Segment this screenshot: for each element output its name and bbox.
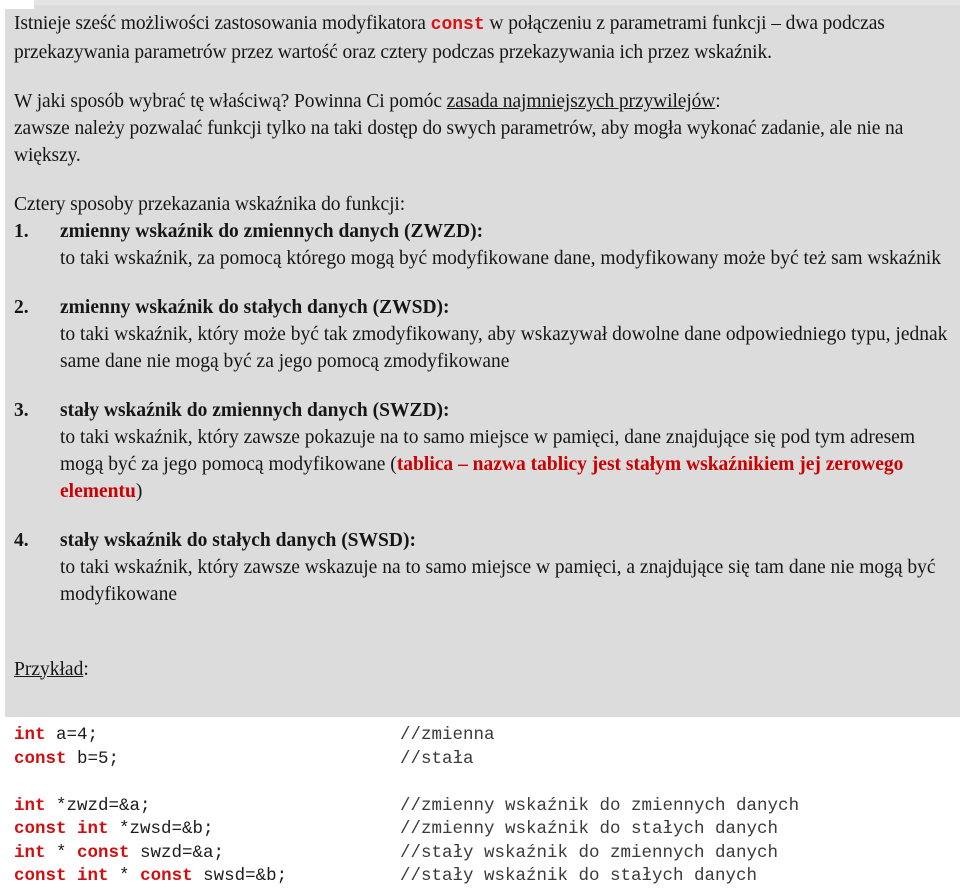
code-text: *zwsd=&b; xyxy=(108,819,214,839)
code-comment: //zmienny wskaźnik do stałych danych xyxy=(400,819,779,839)
list-item-body: to taki wskaźnik, który może być tak zmo… xyxy=(60,324,948,372)
slide-canvas: Istnieje sześć możliwości zastosowania m… xyxy=(0,0,960,886)
code-keyword: const xyxy=(14,866,67,886)
code-text: b=5; xyxy=(66,748,120,769)
code-line: int *zwzd=&a;//zmienny wskaźnik do zmien… xyxy=(14,795,950,819)
code-statement: const int * const swsd=&b; xyxy=(14,865,400,889)
code-comment: //stała xyxy=(400,748,474,769)
code-text: a=4; xyxy=(45,725,99,745)
code-line: int * const swzd=&a;//stały wskaźnik do … xyxy=(14,842,950,866)
code-keyword: const xyxy=(140,866,193,886)
code-text: * xyxy=(108,866,141,886)
advice-detail-line: zawsze należy pozwalać funkcji tylko na … xyxy=(14,118,904,166)
code-keyword: int xyxy=(14,795,46,816)
code-comment: //stały wskaźnik do stałych danych xyxy=(400,866,758,886)
example-label-colon: : xyxy=(83,658,89,680)
example-label: Przykład: xyxy=(14,656,950,683)
code-comment: //stały wskaźnik do zmiennych danych xyxy=(400,842,779,863)
code-text: swsd=&b; xyxy=(192,866,288,886)
code-keyword: int xyxy=(14,725,46,745)
code-text: *zwzd=&a; xyxy=(45,795,151,816)
code-keyword: const xyxy=(77,842,130,863)
code-line: const b=5;//stała xyxy=(14,748,950,772)
advice-colon: : xyxy=(715,91,721,112)
code-keyword: int xyxy=(77,819,109,839)
pointer-kinds-list: 1. zmienny wskaźnik do zmiennych danych … xyxy=(14,218,950,608)
list-item: 3. stały wskaźnik do zmiennych danych (S… xyxy=(14,397,950,505)
list-item: 1. zmienny wskaźnik do zmiennych danych … xyxy=(14,218,950,272)
advice-question-text: W jaki sposób wybrać tę właściwą? Powinn… xyxy=(14,91,447,112)
code-text: swzd=&a; xyxy=(129,842,225,863)
top-left-notch xyxy=(0,0,34,9)
list-item: 4. stały wskaźnik do stałych danych (SWS… xyxy=(14,527,950,608)
intro-text-before-keyword: Istnieje sześć możliwości zastosowania m… xyxy=(14,13,431,34)
example-label-word: Przykład xyxy=(14,658,84,680)
code-comment: //zmienny wskaźnik do zmiennych danych xyxy=(400,795,800,816)
list-heading: Cztery sposoby przekazania wskaźnika do … xyxy=(14,194,406,215)
list-item-number: 1. xyxy=(14,221,29,242)
code-line: const int *zwsd=&b;//zmienny wskaźnik do… xyxy=(14,818,950,842)
list-item-body-after-highlight: ) xyxy=(135,481,143,502)
code-example-block: int a=4;//zmienna const b=5;//stała int *z… xyxy=(14,724,950,889)
list-item-title: zmienny wskaźnik do stałych danych (ZWSD… xyxy=(60,297,450,318)
code-line: const int * const swsd=&b;//stały wskaźn… xyxy=(14,865,950,889)
code-statement: const b=5; xyxy=(14,748,400,772)
code-keyword: const xyxy=(14,748,67,769)
const-keyword-inline: const xyxy=(430,15,485,35)
code-text: * xyxy=(45,842,78,863)
list-item-number: 2. xyxy=(14,297,29,318)
advice-question-line: W jaki sposób wybrać tę właściwą? Powinn… xyxy=(14,88,950,115)
intro-paragraph: Istnieje sześć możliwości zastosowania m… xyxy=(14,10,950,66)
code-keyword: int xyxy=(77,866,109,886)
code-statement: int a=4; xyxy=(14,724,400,748)
least-privilege-principle: zasada najmniejszych przywilejów xyxy=(446,91,716,112)
list-item-title: zmienny wskaźnik do zmiennych danych (ZW… xyxy=(60,221,484,242)
list-item-title: stały wskaźnik do zmiennych danych (SWZD… xyxy=(60,400,450,421)
list-item-number: 4. xyxy=(14,530,29,551)
code-statement: const int *zwsd=&b; xyxy=(14,818,400,842)
list-item-title: stały wskaźnik do stałych danych (SWSD): xyxy=(60,530,416,551)
code-line: int a=4;//zmienna xyxy=(14,724,950,748)
slide-content: Istnieje sześć możliwości zastosowania m… xyxy=(14,10,950,889)
list-item-body: to taki wskaźnik, który zawsze wskazuje … xyxy=(60,557,936,605)
left-margin-strip xyxy=(0,0,5,717)
list-item-body: to taki wskaźnik, który zawsze pokazuje … xyxy=(60,424,950,505)
code-statement: int * const swzd=&a; xyxy=(14,842,400,866)
code-keyword: int xyxy=(14,842,46,863)
code-keyword: const xyxy=(14,819,67,839)
code-statement: int *zwzd=&a; xyxy=(14,795,400,819)
top-edge-band xyxy=(34,0,960,5)
list-item-body: to taki wskaźnik, za pomocą którego mogą… xyxy=(60,248,942,269)
code-comment: //zmienna xyxy=(400,725,495,745)
list-item: 2. zmienny wskaźnik do stałych danych (Z… xyxy=(14,294,950,375)
list-item-number: 3. xyxy=(14,400,29,421)
